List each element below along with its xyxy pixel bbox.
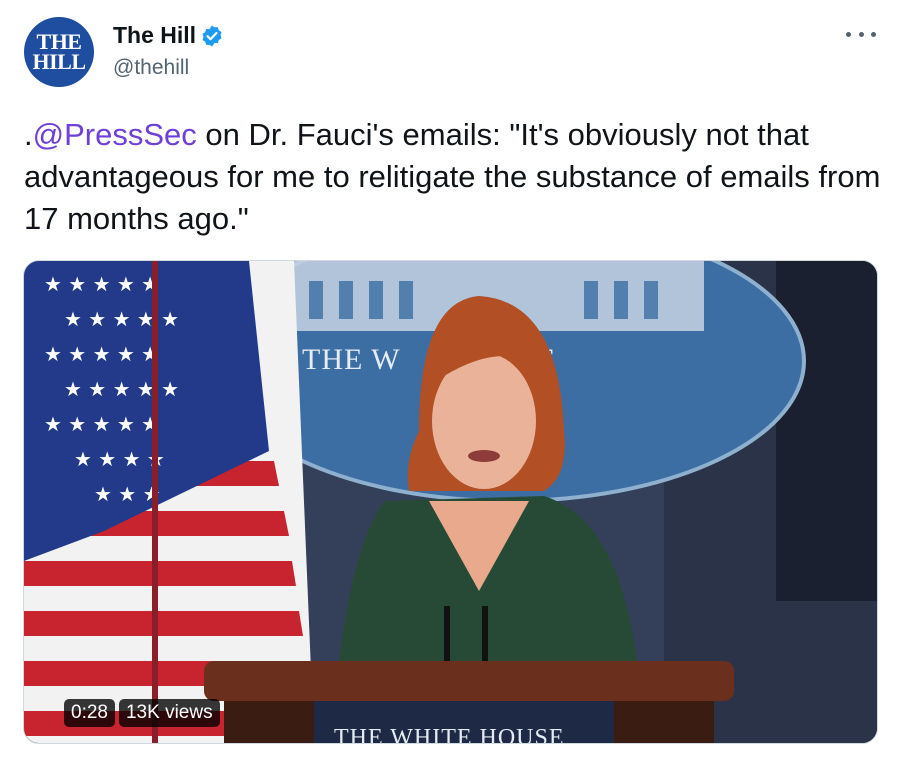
avatar-text-line2: HILL [32, 49, 86, 74]
video-frame: THE W HOUSE ★ ★ ★ ★ ★ ★ ★ ★ ★ ★ ★ ★ ★ ★ … [24, 261, 877, 743]
display-name[interactable]: The Hill [113, 22, 224, 49]
svg-text:★ ★ ★ ★ ★: ★ ★ ★ ★ ★ [44, 412, 159, 436]
podium: THE WHITE HOUSE [204, 661, 734, 743]
svg-text:★ ★ ★ ★ ★: ★ ★ ★ ★ ★ [64, 307, 179, 331]
svg-text:★ ★ ★ ★ ★: ★ ★ ★ ★ ★ [64, 377, 179, 401]
display-name-text: The Hill [113, 22, 197, 48]
more-options-icon[interactable] [846, 22, 876, 46]
svg-text:★ ★ ★ ★ ★: ★ ★ ★ ★ ★ [44, 342, 159, 366]
verified-badge-icon [202, 25, 222, 46]
podium-text: THE WHITE HOUSE [334, 725, 565, 743]
mention-link[interactable]: @PressSec [33, 117, 197, 152]
more-dot [846, 31, 851, 37]
more-dot [858, 31, 864, 37]
more-dot [871, 31, 876, 37]
handle[interactable]: @thehill [113, 56, 189, 80]
avatar[interactable]: THE HILL [24, 17, 94, 87]
tweet-prefix: . [24, 117, 33, 152]
tweet-text: .@PressSec on Dr. Fauci's emails: "It's … [24, 114, 884, 240]
svg-text:★ ★ ★ ★: ★ ★ ★ ★ [74, 447, 165, 471]
svg-text:★ ★ ★ ★ ★: ★ ★ ★ ★ ★ [44, 272, 159, 296]
video-views: 13K views [118, 699, 220, 727]
svg-text:★ ★ ★: ★ ★ ★ [94, 482, 161, 506]
video-duration: 0:28 [64, 699, 115, 727]
video-player[interactable]: THE W HOUSE ★ ★ ★ ★ ★ ★ ★ ★ ★ ★ ★ ★ ★ ★ … [23, 260, 878, 744]
video-info-badges: 0:28 13K views [64, 699, 220, 727]
